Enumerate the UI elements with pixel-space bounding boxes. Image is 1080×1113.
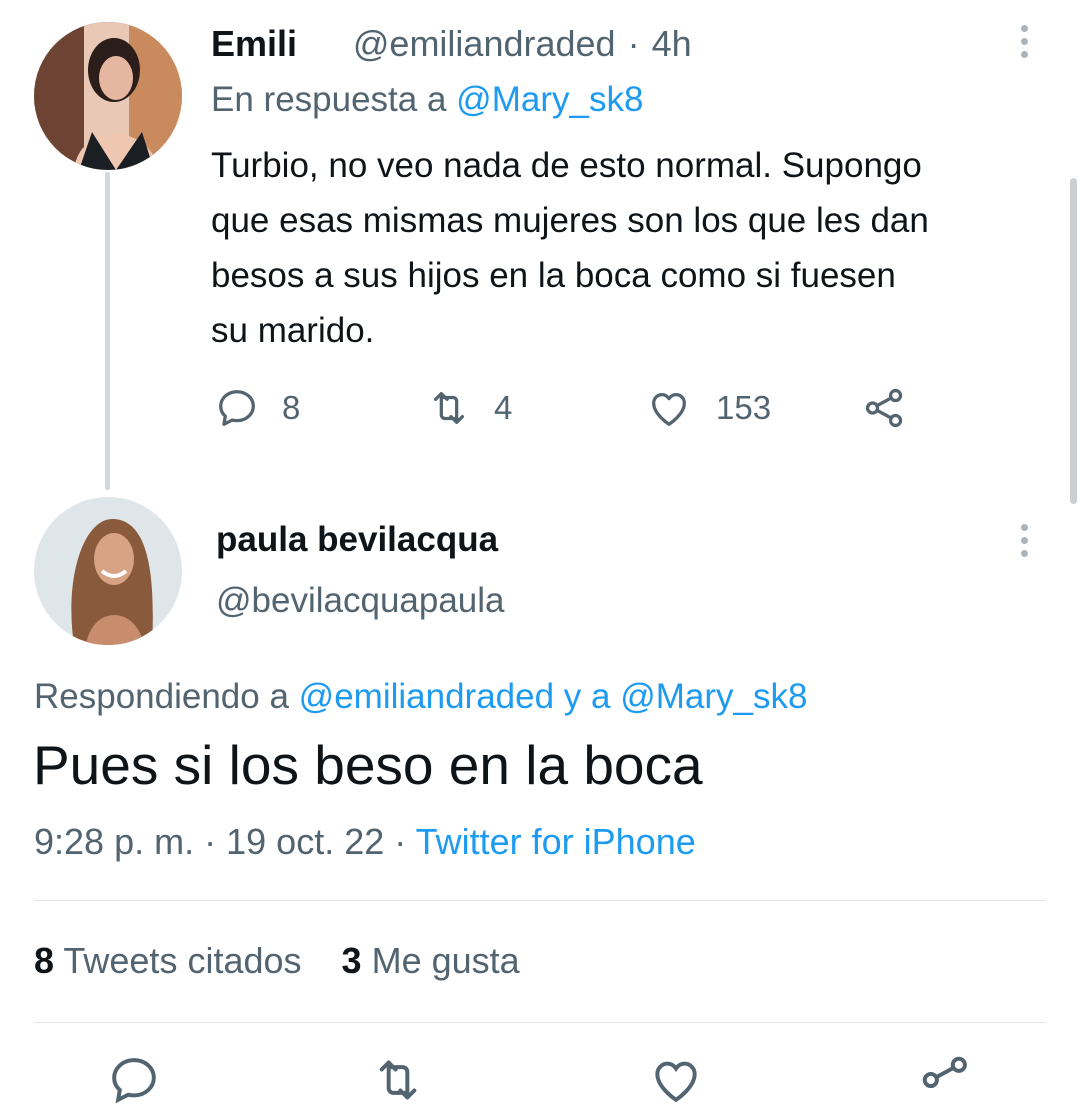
- main-display-name[interactable]: paula bevilacqua: [216, 520, 498, 560]
- reply-text-line: su marido.: [211, 311, 375, 350]
- share-icon: [865, 388, 903, 428]
- like-count-main: 3: [341, 940, 362, 981]
- reply-count: 8: [282, 389, 301, 426]
- reply-context-prefix: En respuesta a: [211, 80, 447, 119]
- reply-display-name[interactable]: Emili: [211, 23, 297, 65]
- reply-separator: ·: [627, 23, 640, 64]
- reply-action[interactable]: 8: [214, 383, 300, 433]
- divider: [34, 900, 1046, 901]
- reply-text: Turbio, no veo nada de esto normal. Supo…: [211, 138, 929, 358]
- like-action[interactable]: 153: [646, 383, 771, 433]
- more-icon[interactable]: [1019, 25, 1029, 58]
- share-action[interactable]: [862, 383, 908, 433]
- reply-text-line: besos a sus hijos en la boca como si fue…: [211, 256, 896, 295]
- reply-text-line: Turbio, no veo nada de esto normal. Supo…: [211, 146, 922, 185]
- tweet-source[interactable]: Twitter for iPhone: [416, 821, 696, 862]
- likes-stat[interactable]: 3 Me gusta: [342, 940, 520, 981]
- engagement-stats: 8 Tweets citados 3 Me gusta: [34, 940, 520, 982]
- thread-line: [105, 172, 110, 490]
- heart-icon: [652, 392, 686, 426]
- retweet-count: 4: [494, 389, 513, 426]
- avatar-paula[interactable]: [34, 497, 182, 645]
- meta-separator: ·: [204, 821, 217, 862]
- avatar-paula-image: [34, 497, 182, 645]
- replying-conj: y a: [563, 677, 611, 716]
- white-heart-emoji: 🤍: [299, 26, 339, 62]
- quote-label: Tweets citados: [63, 940, 302, 981]
- reply-icon[interactable]: [106, 1052, 162, 1104]
- retweet-action[interactable]: 4: [426, 383, 512, 433]
- replying-prefix: Respondiendo a: [34, 677, 289, 716]
- more-icon[interactable]: [1019, 524, 1029, 557]
- replying-mention-2[interactable]: @Mary_sk8: [620, 677, 807, 716]
- retweet-icon[interactable]: [370, 1052, 426, 1100]
- reply-context: En respuesta a @Mary_sk8: [211, 80, 643, 120]
- retweet-icon: [433, 391, 465, 425]
- avatar-emili-image: [34, 22, 182, 170]
- share-icon[interactable]: [918, 1052, 974, 1092]
- replying-context: Respondiendo a @emiliandraded y a @Mary_…: [34, 677, 807, 717]
- reply-context-mention[interactable]: @Mary_sk8: [456, 80, 643, 119]
- avatar-emili[interactable]: [34, 22, 182, 170]
- reply-handle[interactable]: @emiliandraded: [353, 23, 616, 65]
- reply-icon: [219, 390, 255, 426]
- quote-tweets-stat[interactable]: 8 Tweets citados: [34, 940, 312, 981]
- meta-separator: ·: [394, 821, 407, 862]
- reply-header: Emili 🤍 @emiliandraded · 4h: [211, 22, 692, 66]
- divider: [34, 1022, 1046, 1023]
- replying-mention-1[interactable]: @emiliandraded: [299, 677, 554, 716]
- tweet-time[interactable]: 9:28 p. m.: [34, 821, 194, 862]
- like-count: 153: [716, 389, 772, 426]
- tweet-date[interactable]: 19 oct. 22: [226, 821, 384, 862]
- scrollbar[interactable]: [1070, 178, 1077, 504]
- heart-icon[interactable]: [648, 1052, 704, 1103]
- main-tweet-text: Pues si los beso en la boca: [33, 734, 703, 796]
- main-handle[interactable]: @bevilacquapaula: [216, 581, 505, 621]
- reply-text-line: que esas mismas mujeres son los que les …: [211, 201, 929, 240]
- tweet-meta: 9:28 p. m. · 19 oct. 22 · Twitter for iP…: [34, 821, 696, 863]
- reply-time[interactable]: 4h: [652, 23, 692, 65]
- like-label: Me gusta: [371, 940, 520, 981]
- quote-count: 8: [34, 940, 55, 981]
